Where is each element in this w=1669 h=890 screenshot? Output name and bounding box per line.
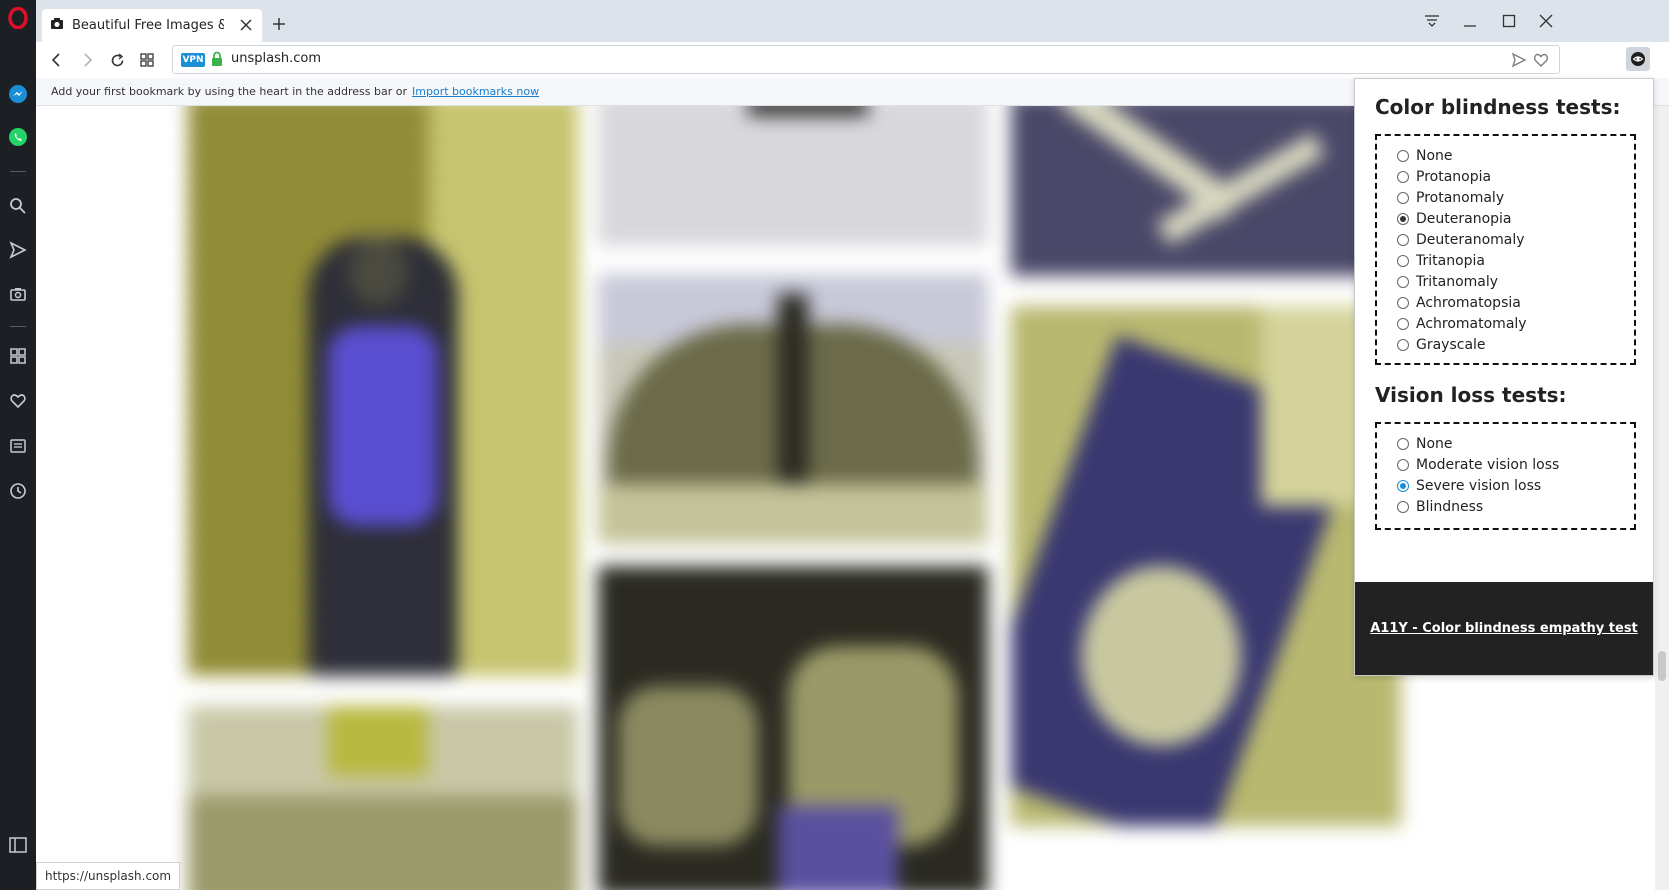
- address-bar-row: VPN unsplash.com: [36, 42, 1669, 78]
- sidebar-divider: [10, 326, 26, 327]
- option-label: Deuteranopia: [1416, 211, 1512, 227]
- photo-tile[interactable]: [1011, 306, 1401, 826]
- option-label: Blindness: [1416, 499, 1484, 515]
- option-label: Tritanomaly: [1416, 274, 1499, 290]
- camera-favicon-icon: [50, 16, 64, 35]
- messenger-icon[interactable]: [6, 82, 30, 106]
- close-window-button[interactable]: [1534, 10, 1558, 32]
- send-page-icon[interactable]: [1511, 52, 1527, 72]
- history-icon[interactable]: [6, 479, 30, 503]
- radio-button[interactable]: [1397, 150, 1409, 162]
- radio-button[interactable]: [1397, 438, 1409, 450]
- color-blindness-popup: Color blindness tests: None Protanopia P…: [1354, 78, 1654, 676]
- photo-tile[interactable]: [188, 106, 578, 676]
- radio-button[interactable]: [1397, 234, 1409, 246]
- url-field[interactable]: VPN unsplash.com: [172, 45, 1560, 74]
- option-deuteranopia[interactable]: Deuteranopia: [1397, 211, 1512, 227]
- back-button[interactable]: [46, 49, 68, 71]
- url-text: unsplash.com: [231, 51, 321, 66]
- radio-button[interactable]: [1397, 192, 1409, 204]
- sidebar-divider: [10, 171, 26, 172]
- option-label: Protanopia: [1416, 169, 1492, 185]
- opera-sidebar: [0, 0, 36, 890]
- tab-strip: Beautiful Free Images & Pictures: [36, 0, 1669, 42]
- tab-active[interactable]: Beautiful Free Images & Pictures: [42, 9, 262, 42]
- camera-icon[interactable]: [6, 282, 30, 306]
- option-label: Severe vision loss: [1416, 478, 1542, 494]
- tab-grid-icon[interactable]: [136, 49, 158, 71]
- option-grayscale[interactable]: Grayscale: [1397, 337, 1486, 353]
- color-blindness-heading: Color blindness tests:: [1375, 95, 1621, 119]
- photo-tile[interactable]: [1011, 106, 1401, 276]
- radio-button[interactable]: [1397, 276, 1409, 288]
- photo-tile[interactable]: [598, 106, 988, 246]
- close-tab-icon[interactable]: [238, 17, 254, 33]
- whatsapp-icon[interactable]: [6, 125, 30, 149]
- photo-tile[interactable]: [188, 706, 578, 890]
- option-vision-none[interactable]: None: [1397, 436, 1453, 452]
- photo-tile[interactable]: [598, 274, 988, 544]
- option-tritanopia[interactable]: Tritanopia: [1397, 253, 1485, 269]
- status-bar-url: https://unsplash.com: [36, 862, 181, 890]
- option-deuteranomaly[interactable]: Deuteranomaly: [1397, 232, 1525, 248]
- reload-button[interactable]: [106, 49, 128, 71]
- page-scrollbar[interactable]: [1655, 106, 1669, 890]
- forward-button[interactable]: [76, 49, 98, 71]
- option-severe-vision-loss[interactable]: Severe vision loss: [1397, 478, 1541, 494]
- send-icon[interactable]: [6, 238, 30, 262]
- minimize-button[interactable]: [1458, 10, 1482, 32]
- sidebar-toggle-icon[interactable]: [6, 833, 30, 857]
- news-icon[interactable]: [6, 434, 30, 458]
- option-achromatopsia[interactable]: Achromatopsia: [1397, 295, 1521, 311]
- vpn-badge[interactable]: VPN: [181, 53, 205, 67]
- color-blindness-options: None Protanopia Protanomaly Deuteranopia…: [1375, 134, 1636, 365]
- a11y-empathy-test-link[interactable]: A11Y - Color blindness empathy test: [1370, 621, 1638, 636]
- vision-loss-options: None Moderate vision loss Severe vision …: [1375, 422, 1636, 530]
- radio-button[interactable]: [1397, 501, 1409, 513]
- opera-logo-icon[interactable]: [6, 6, 30, 30]
- radio-button[interactable]: [1397, 318, 1409, 330]
- new-tab-button[interactable]: [270, 15, 288, 33]
- bookmark-heart-icon[interactable]: [1533, 52, 1549, 72]
- scrollbar-thumb[interactable]: [1658, 651, 1666, 681]
- radio-button[interactable]: [1397, 171, 1409, 183]
- option-protanopia[interactable]: Protanopia: [1397, 169, 1491, 185]
- import-bookmarks-link[interactable]: Import bookmarks now: [412, 85, 539, 98]
- option-label: None: [1416, 148, 1453, 164]
- option-label: Deuteranomaly: [1416, 232, 1525, 248]
- lock-icon[interactable]: [211, 51, 223, 71]
- maximize-button[interactable]: [1497, 10, 1521, 32]
- speed-dial-icon[interactable]: [6, 344, 30, 368]
- photo-tile[interactable]: [598, 566, 988, 890]
- option-moderate-vision-loss[interactable]: Moderate vision loss: [1397, 457, 1559, 473]
- option-label: Achromatopsia: [1416, 295, 1521, 311]
- radio-button[interactable]: [1397, 339, 1409, 351]
- option-blindness[interactable]: Blindness: [1397, 499, 1483, 515]
- option-label: None: [1416, 436, 1453, 452]
- option-tritanomaly[interactable]: Tritanomaly: [1397, 274, 1498, 290]
- heart-icon[interactable]: [6, 389, 30, 413]
- tab-title: Beautiful Free Images & Pictures: [72, 18, 224, 33]
- vision-loss-heading: Vision loss tests:: [1375, 383, 1567, 407]
- option-label: Grayscale: [1416, 337, 1486, 353]
- option-label: Protanomaly: [1416, 190, 1505, 206]
- popup-footer: A11Y - Color blindness empathy test: [1355, 582, 1653, 675]
- radio-button[interactable]: [1397, 297, 1409, 309]
- bookmark-hint-text: Add your first bookmark by using the hea…: [51, 85, 408, 98]
- browser-window: Beautiful Free Images & Pictures: [0, 0, 1669, 890]
- radio-button[interactable]: [1397, 459, 1409, 471]
- radio-button-selected[interactable]: [1397, 213, 1409, 225]
- radio-button-selected[interactable]: [1397, 480, 1409, 492]
- option-label: Moderate vision loss: [1416, 457, 1560, 473]
- color-blindness-extension-button[interactable]: [1626, 47, 1650, 71]
- option-achromatomaly[interactable]: Achromatomaly: [1397, 316, 1527, 332]
- radio-button[interactable]: [1397, 255, 1409, 267]
- tab-menu-icon[interactable]: [1420, 10, 1444, 32]
- option-label: Tritanopia: [1416, 253, 1486, 269]
- option-protanomaly[interactable]: Protanomaly: [1397, 190, 1504, 206]
- option-none[interactable]: None: [1397, 148, 1453, 164]
- option-label: Achromatomaly: [1416, 316, 1527, 332]
- search-icon[interactable]: [6, 194, 30, 218]
